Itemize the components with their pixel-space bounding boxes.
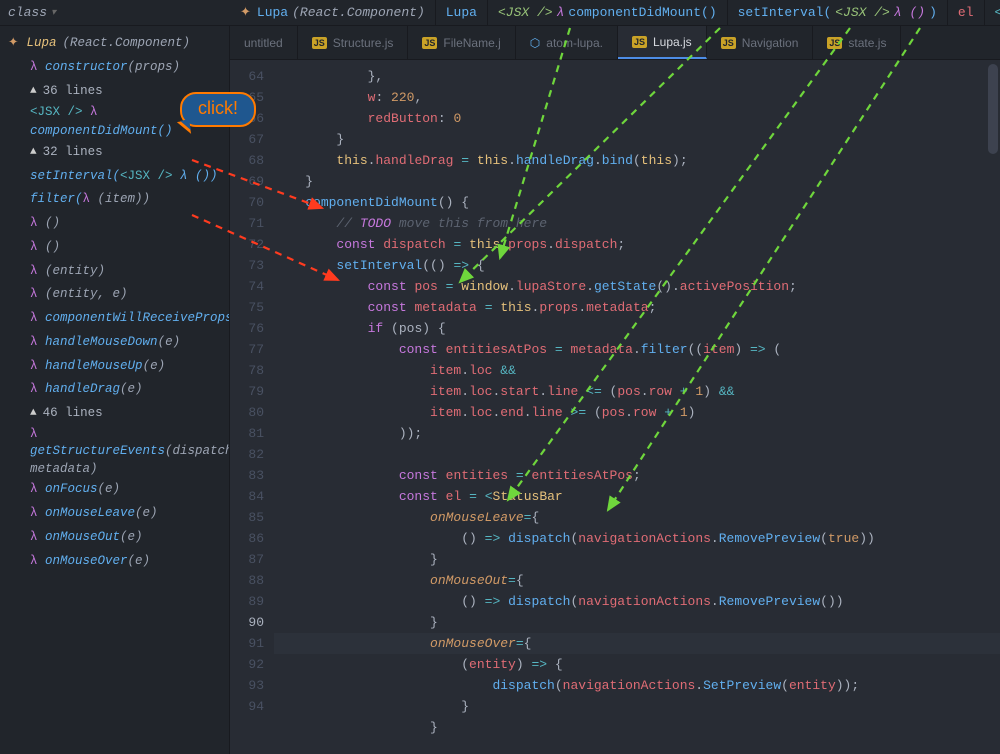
sidebar-item-3[interactable]: ▲32 lines xyxy=(8,141,229,165)
sidebar-item-17[interactable]: λ onMouseLeave(e) xyxy=(8,502,229,526)
warning-icon: ▲ xyxy=(30,81,37,102)
code-line[interactable]: const dispatch = this.props.dispatch; xyxy=(274,234,1000,255)
sidebar-item-16[interactable]: λ onFocus(e) xyxy=(8,478,229,502)
code-line[interactable]: redButton: 0 xyxy=(274,108,1000,129)
sidebar-item-7[interactable]: λ () xyxy=(8,236,229,260)
tab-atom-lupa-[interactable]: ⬡atom-lupa. xyxy=(516,26,618,59)
sidebar-item-0[interactable]: λ constructor(props) xyxy=(8,56,229,80)
class-dropdown-label: class xyxy=(8,5,47,20)
sidebar-header[interactable]: ✦ Lupa (React.Component) xyxy=(8,32,229,56)
code-line[interactable]: w: 220, xyxy=(274,87,1000,108)
tab-Structure-js[interactable]: JSStructure.js xyxy=(298,26,409,59)
code-line[interactable]: const metadata = this.props.metadata; xyxy=(274,297,1000,318)
js-icon: JS xyxy=(721,37,736,49)
code-area[interactable]: }, w: 220, redButton: 0 } this.handleDra… xyxy=(274,60,1000,754)
code-line[interactable]: const entitiesAtPos = metadata.filter((i… xyxy=(274,339,1000,360)
sidebar-item-19[interactable]: λ onMouseOver(e) xyxy=(8,550,229,574)
code-line[interactable]: if (pos) { xyxy=(274,318,1000,339)
code-line[interactable]: onMouseOver={ xyxy=(274,633,1000,654)
code-line[interactable]: } xyxy=(274,696,1000,717)
code-line[interactable]: } xyxy=(274,171,1000,192)
code-line[interactable]: () => dispatch(navigationActions.RemoveP… xyxy=(274,528,1000,549)
sidebar-item-10[interactable]: λ componentWillReceiveProps(n xyxy=(8,307,229,331)
code-line[interactable]: } xyxy=(274,612,1000,633)
js-icon: JS xyxy=(827,37,842,49)
tab-FileName-j[interactable]: JSFileName.j xyxy=(408,26,515,59)
sidebar-item-6[interactable]: λ () xyxy=(8,212,229,236)
atom-icon: ⬡ xyxy=(530,36,540,50)
code-line[interactable]: dispatch(navigationActions.SetPreview(en… xyxy=(274,675,1000,696)
breadcrumb-item-1[interactable]: Lupa xyxy=(436,0,488,25)
code-line[interactable]: }, xyxy=(274,66,1000,87)
sidebar-item-2[interactable]: <JSX /> λcomponentDidMount() xyxy=(8,103,229,141)
sidebar-item-9[interactable]: λ (entity, e) xyxy=(8,283,229,307)
code-line[interactable]: item.loc.end.line >= (pos.row + 1) xyxy=(274,402,1000,423)
sidebar-item-4[interactable]: setInterval(<JSX /> λ ()) xyxy=(8,165,229,189)
sidebar-item-13[interactable]: λ handleDrag(e) xyxy=(8,378,229,402)
code-line[interactable]: componentDidMount() { xyxy=(274,192,1000,213)
code-line[interactable]: (entity) => { xyxy=(274,654,1000,675)
tab-untitled[interactable]: untitled xyxy=(230,26,298,59)
puzzle-icon: ✦ xyxy=(240,5,251,20)
breadcrumb-item-5[interactable]: <StatusBar /> xyxy=(985,0,1000,25)
code-line[interactable]: } xyxy=(274,717,1000,738)
sidebar-item-18[interactable]: λ onMouseOut(e) xyxy=(8,526,229,550)
sidebar-class-name: Lupa xyxy=(26,32,56,56)
breadcrumb-item-4[interactable]: el xyxy=(948,0,985,25)
code-line[interactable]: onMouseOut={ xyxy=(274,570,1000,591)
code-line[interactable] xyxy=(274,444,1000,465)
breadcrumb-item-2[interactable]: <JSX /> λ componentDidMount() xyxy=(488,0,728,25)
js-icon: JS xyxy=(422,37,437,49)
tab-Lupa-js[interactable]: JSLupa.js xyxy=(618,26,707,59)
breadcrumb-item-3[interactable]: setInterval(<JSX /> λ ()) xyxy=(728,0,948,25)
code-line[interactable]: item.loc && xyxy=(274,360,1000,381)
line-gutter: 6465666768697071727374757677787980818283… xyxy=(230,60,274,754)
code-editor[interactable]: 6465666768697071727374757677787980818283… xyxy=(230,60,1000,754)
js-icon: JS xyxy=(312,37,327,49)
code-line[interactable]: // TODO move this from here xyxy=(274,213,1000,234)
sidebar-item-5[interactable]: filter(λ (item)) xyxy=(8,188,229,212)
scrollbar-thumb[interactable] xyxy=(988,64,998,154)
tab-bar: untitledJSStructure.jsJSFileName.j⬡atom-… xyxy=(230,26,1000,60)
code-line[interactable]: this.handleDrag = this.handleDrag.bind(t… xyxy=(274,150,1000,171)
code-line[interactable]: } xyxy=(274,129,1000,150)
sidebar-item-12[interactable]: λ handleMouseUp(e) xyxy=(8,355,229,379)
code-line[interactable]: item.loc.start.line <= (pos.row + 1) && xyxy=(274,381,1000,402)
code-line[interactable]: setInterval(() => { xyxy=(274,255,1000,276)
sidebar-item-1[interactable]: ▲36 lines xyxy=(8,80,229,104)
code-line[interactable]: () => dispatch(navigationActions.RemoveP… xyxy=(274,591,1000,612)
warning-icon: ▲ xyxy=(30,403,37,424)
tab-Navigation[interactable]: JSNavigation xyxy=(707,26,814,59)
sidebar-base-class: (React.Component) xyxy=(63,32,191,56)
sidebar: ✦ Lupa (React.Component) λ constructor(p… xyxy=(0,26,230,754)
class-dropdown[interactable]: class ▾ xyxy=(8,5,56,20)
code-line[interactable]: const entities = entitiesAtPos; xyxy=(274,465,1000,486)
sidebar-item-11[interactable]: λ handleMouseDown(e) xyxy=(8,331,229,355)
puzzle-icon: ✦ xyxy=(8,32,18,56)
sidebar-item-15[interactable]: λ getStructureEvents(dispatch, metadata) xyxy=(8,426,229,479)
code-line[interactable]: )); xyxy=(274,423,1000,444)
sidebar-item-14[interactable]: ▲46 lines xyxy=(8,402,229,426)
sidebar-item-8[interactable]: λ (entity) xyxy=(8,260,229,284)
warning-icon: ▲ xyxy=(30,142,37,163)
chevron-down-icon: ▾ xyxy=(51,7,56,19)
code-line[interactable]: const el = <StatusBar xyxy=(274,486,1000,507)
tab-state-js[interactable]: JSstate.js xyxy=(813,26,901,59)
breadcrumb-item-0[interactable]: ✦Lupa (React.Component) xyxy=(230,0,436,25)
js-icon: JS xyxy=(632,36,647,48)
code-line[interactable]: onMouseLeave={ xyxy=(274,507,1000,528)
code-line[interactable]: } xyxy=(274,549,1000,570)
breadcrumb: ✦Lupa (React.Component)Lupa<JSX /> λ com… xyxy=(230,0,1000,26)
code-line[interactable]: const pos = window.lupaStore.getState().… xyxy=(274,276,1000,297)
